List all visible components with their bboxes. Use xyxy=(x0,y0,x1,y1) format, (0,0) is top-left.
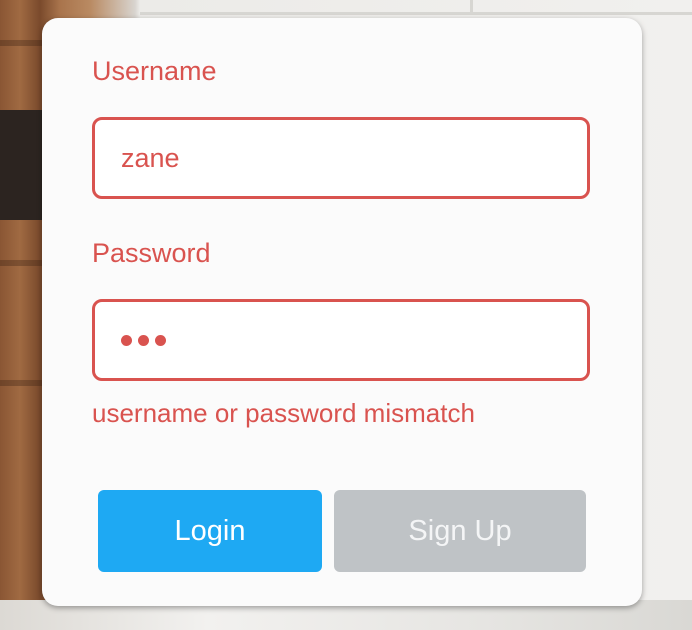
background-tile-line xyxy=(140,12,692,15)
username-field[interactable] xyxy=(92,117,590,199)
username-input[interactable] xyxy=(121,142,587,174)
password-dot xyxy=(138,334,149,346)
password-dot xyxy=(155,334,166,346)
login-card: Username Password username or password m… xyxy=(42,18,642,606)
error-message: username or password mismatch xyxy=(92,398,475,428)
signup-button[interactable]: Sign Up xyxy=(334,490,586,572)
username-label: Username xyxy=(92,56,217,86)
background-dark-region xyxy=(0,110,45,220)
password-dot xyxy=(121,334,132,346)
login-button[interactable]: Login xyxy=(98,490,322,572)
password-masked-value[interactable] xyxy=(121,334,166,346)
password-field[interactable] xyxy=(92,299,590,381)
password-label: Password xyxy=(92,238,211,268)
